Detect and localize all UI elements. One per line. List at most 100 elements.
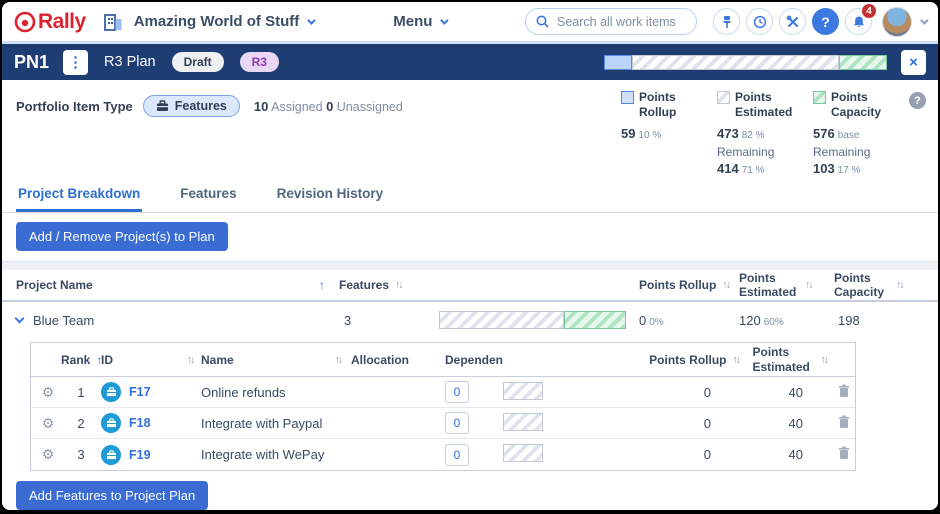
sort-both-icon[interactable]: ↑↓ <box>821 354 830 366</box>
dependencies-count[interactable]: 0 <box>445 412 469 434</box>
feature-table: Rank ↑ ID ↑↓ Name ↑↓ Allocation Dependen… <box>30 342 856 471</box>
question-mark-icon: ? <box>821 14 830 30</box>
col-points-estimated[interactable]: Points Estimated <box>739 271 799 300</box>
plan-release-badge: R3 <box>240 52 279 72</box>
estimated-swatch-icon <box>717 91 730 104</box>
col-id[interactable]: ID <box>101 353 113 367</box>
feature-name[interactable]: Integrate with WePay <box>201 447 351 462</box>
col-dependencies[interactable]: Dependencies <box>445 353 503 367</box>
sort-both-icon[interactable]: ↑↓ <box>395 279 404 291</box>
legend-points-rollup: Points Rollup 5910 % <box>621 90 703 141</box>
gear-icon[interactable]: ⚙ <box>35 446 61 463</box>
col-points-estimated[interactable]: Points Estimated <box>753 345 815 374</box>
plan-kebab-menu-button[interactable]: ⋮ <box>63 50 88 75</box>
add-remove-projects-button[interactable]: Add / Remove Project(s) to Plan <box>16 222 228 251</box>
feature-progress-bar <box>503 413 543 431</box>
col-features[interactable]: Features <box>339 278 389 292</box>
points-legend: Points Rollup 5910 % Points Estimated 47… <box>621 90 926 180</box>
dependencies-count[interactable]: 0 <box>445 444 469 466</box>
col-points-capacity[interactable]: Points Capacity <box>834 271 890 300</box>
remove-feature-button[interactable] <box>829 415 859 432</box>
close-plan-button[interactable]: × <box>901 50 926 75</box>
pin-icon <box>721 15 733 29</box>
rally-logo-icon <box>14 11 36 33</box>
points-capacity-value: 198 <box>834 313 924 328</box>
feature-row: ⚙ 1 F17 Online refunds 0 0 40 <box>31 377 855 408</box>
feature-name[interactable]: Integrate with Paypal <box>201 416 351 431</box>
col-rank[interactable]: Rank <box>61 353 90 367</box>
feature-id-link[interactable]: F17 <box>129 385 151 399</box>
project-name[interactable]: Blue Team <box>33 313 94 328</box>
user-avatar[interactable] <box>882 7 912 37</box>
sort-both-icon[interactable]: ↑↓ <box>733 354 742 366</box>
section-divider <box>2 261 938 270</box>
project-progress-bar <box>439 311 626 329</box>
tools-button[interactable] <box>779 8 806 35</box>
project-row-blue-team: Blue Team 3 00% 12060% 198 <box>2 302 938 338</box>
feature-id-link[interactable]: F19 <box>129 448 151 462</box>
history-button[interactable] <box>746 8 773 35</box>
legend-help-icon[interactable]: ? <box>909 92 926 109</box>
trash-icon <box>838 446 850 460</box>
menu-chevron-down-icon[interactable] <box>441 16 449 24</box>
dependencies-count[interactable]: 0 <box>445 381 469 403</box>
sort-both-icon[interactable]: ↑↓ <box>896 279 905 291</box>
close-icon: × <box>909 54 918 71</box>
notifications-button[interactable]: 4 <box>845 8 872 35</box>
plan-id: PN1 <box>14 52 49 73</box>
remove-feature-button[interactable] <box>829 384 859 401</box>
progress-capacity-segment <box>839 55 887 70</box>
tab-revision-history[interactable]: Revision History <box>275 180 386 212</box>
sort-both-icon[interactable]: ↑↓ <box>335 354 344 366</box>
col-project-name[interactable]: Project Name <box>16 278 93 292</box>
feature-id-link[interactable]: F18 <box>129 416 151 430</box>
feature-table-header: Rank ↑ ID ↑↓ Name ↑↓ Allocation Dependen… <box>31 343 855 377</box>
points-estimated-value: 40 <box>741 385 829 400</box>
features-count: 3 <box>339 313 439 328</box>
capacity-swatch-icon <box>813 91 826 104</box>
workspace-building-icon[interactable] <box>102 11 124 33</box>
sort-both-icon[interactable]: ↑↓ <box>722 279 731 291</box>
points-estimated-value: 12060% <box>739 313 834 328</box>
gear-icon[interactable]: ⚙ <box>35 415 61 432</box>
tools-icon <box>786 15 800 29</box>
trash-icon <box>838 384 850 398</box>
col-allocation[interactable]: Allocation <box>351 353 445 367</box>
collapse-chevron-icon[interactable] <box>15 314 25 324</box>
search-icon <box>536 15 549 28</box>
feature-row: ⚙ 2 F18 Integrate with Paypal 0 0 40 <box>31 408 855 439</box>
remove-feature-button[interactable] <box>829 446 859 463</box>
search-input[interactable] <box>557 15 677 29</box>
points-rollup-value: 00% <box>639 313 739 328</box>
feature-row: ⚙ 3 F19 Integrate with WePay 0 0 40 <box>31 439 855 470</box>
sort-both-icon[interactable]: ↑↓ <box>187 354 196 366</box>
sort-both-icon[interactable]: ↑↓ <box>805 279 814 291</box>
workspace-name[interactable]: Amazing World of Stuff <box>134 13 300 30</box>
search-box[interactable] <box>525 8 697 35</box>
col-name[interactable]: Name <box>201 353 234 367</box>
add-features-button[interactable]: Add Features to Project Plan <box>16 481 208 510</box>
item-type-selector[interactable]: Features <box>143 95 240 117</box>
col-points-rollup[interactable]: Points Rollup <box>639 278 716 292</box>
progress-capacity-segment <box>564 311 626 329</box>
feature-type-icon <box>101 382 121 402</box>
portfolio-item-type-label: Portfolio Item Type <box>16 99 133 114</box>
pin-button[interactable] <box>713 8 740 35</box>
col-points-rollup[interactable]: Points Rollup <box>649 353 726 367</box>
progress-rollup-segment <box>604 55 632 70</box>
rally-logo[interactable]: Rally <box>14 10 86 34</box>
tab-project-breakdown[interactable]: Project Breakdown <box>16 180 142 212</box>
app-window: Rally Amazing World of Stuff Menu <box>2 2 938 510</box>
briefcase-icon <box>156 100 169 112</box>
trash-icon <box>838 415 850 429</box>
feature-name[interactable]: Online refunds <box>201 385 351 400</box>
profile-chevron-down-icon[interactable] <box>920 16 928 24</box>
tab-features[interactable]: Features <box>178 180 238 212</box>
menu-button[interactable]: Menu <box>393 13 432 30</box>
gear-icon[interactable]: ⚙ <box>35 384 61 401</box>
legend-points-capacity: Points Capacity 576base Remaining 10317 … <box>813 90 895 176</box>
notification-badge: 4 <box>861 3 877 19</box>
workspace-chevron-down-icon[interactable] <box>307 16 315 24</box>
sort-asc-icon[interactable]: ↑ <box>319 278 325 292</box>
help-button[interactable]: ? <box>812 8 839 35</box>
